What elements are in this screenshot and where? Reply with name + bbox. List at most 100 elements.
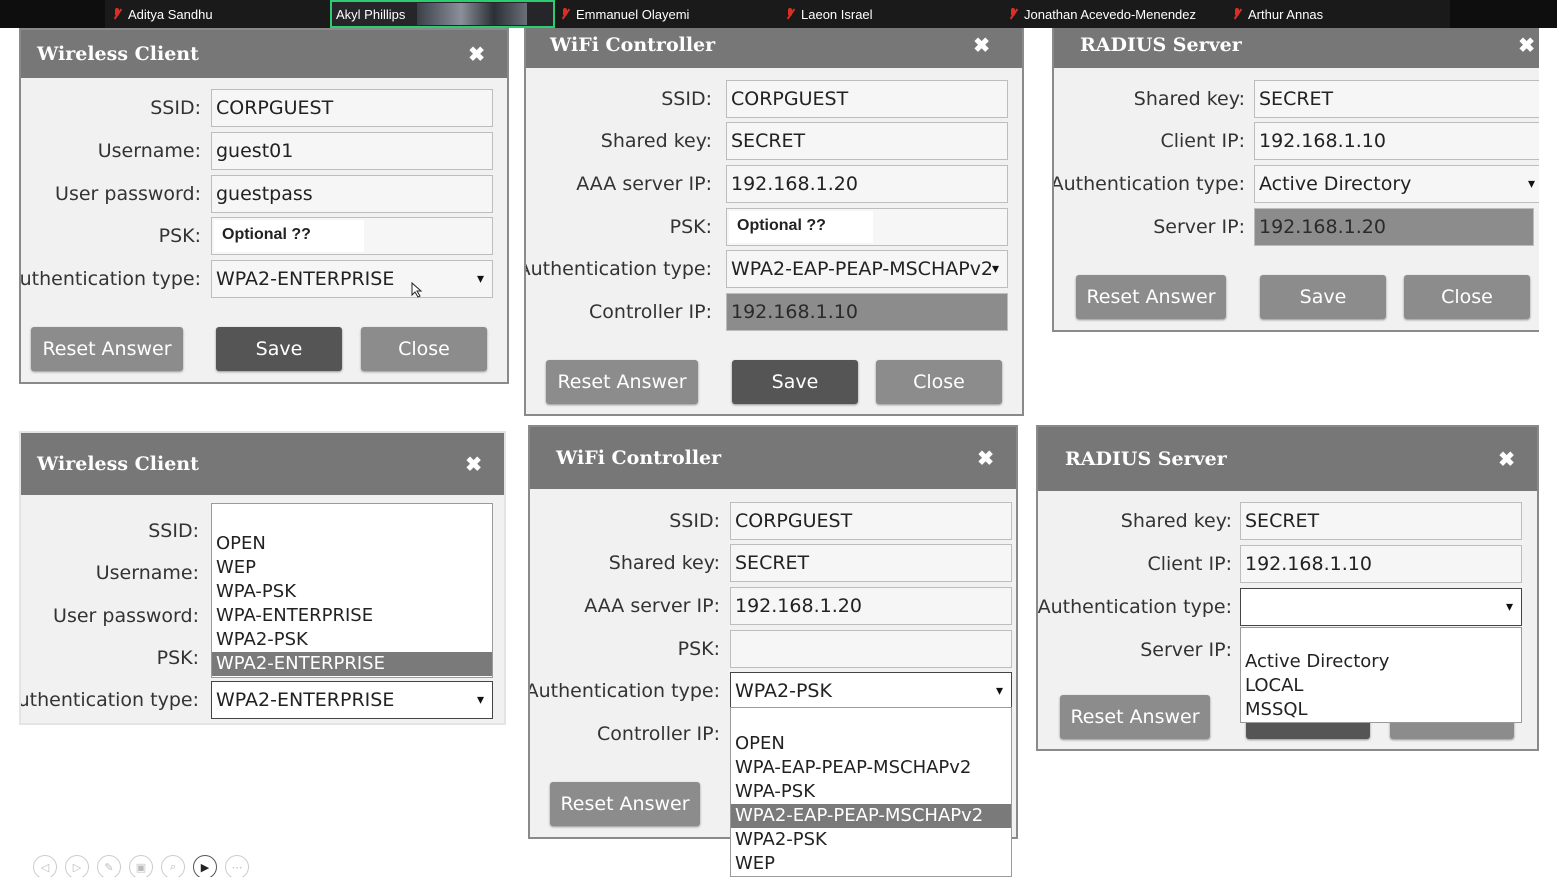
client-ip-field[interactable]: 192.168.1.10 bbox=[1240, 545, 1522, 583]
close-icon[interactable]: ✖ bbox=[465, 452, 482, 476]
auth-row: Authentication type: WPA2-PSK bbox=[530, 672, 1016, 712]
auth-select[interactable]: Active Directory bbox=[1254, 165, 1539, 203]
participant-tile[interactable]: Emmanuel Olayemi bbox=[560, 0, 689, 28]
auth-option[interactable]: WPA-ENTERPRISE bbox=[212, 604, 492, 628]
aaa-row: AAA server IP: 192.168.1.20 bbox=[526, 165, 1022, 205]
shared-slide: Wireless Client ✖ SSID: CORPGUEST Userna… bbox=[19, 28, 1539, 877]
participant-name: Akyl Phillips bbox=[336, 6, 406, 22]
auth-option[interactable]: WPA-PSK bbox=[212, 580, 492, 604]
shared-key-field[interactable]: SECRET bbox=[1254, 80, 1539, 118]
auth-row: Authentication type: WPA2-EAP-PEAP-MSCHA… bbox=[526, 250, 1022, 290]
username-label: Username: bbox=[97, 140, 201, 162]
reset-answer-button[interactable]: Reset Answer bbox=[550, 782, 700, 826]
close-icon[interactable]: ✖ bbox=[468, 42, 485, 66]
auth-row: Authentication type: WPA2-ENTERPRISE bbox=[21, 681, 504, 721]
psk-field[interactable] bbox=[730, 630, 1012, 668]
camera-icon[interactable]: ▶ bbox=[193, 855, 217, 877]
psk-label: PSK: bbox=[677, 638, 720, 660]
zoom-icon[interactable]: ⌕ bbox=[161, 855, 185, 877]
participant-name: Arthur Annas bbox=[1248, 6, 1324, 22]
psk-row: PSK: bbox=[530, 630, 1016, 670]
auth-option-highlighted[interactable]: WPA2-ENTERPRISE bbox=[212, 652, 492, 676]
participant-bar: Aditya Sandhu Akyl Phillips Emmanuel Ola… bbox=[0, 0, 1557, 28]
psk-field[interactable]: Optional ?? bbox=[726, 208, 1008, 246]
close-icon[interactable]: ✖ bbox=[977, 446, 994, 470]
participant-name: Aditya Sandhu bbox=[128, 6, 213, 22]
next-icon[interactable]: ▷ bbox=[65, 855, 89, 877]
psk-field[interactable]: Optional ?? bbox=[211, 217, 493, 255]
ssid-field[interactable]: CORPGUEST bbox=[726, 80, 1008, 118]
auth-label: Authentication type: bbox=[19, 689, 199, 711]
reset-answer-button[interactable]: Reset Answer bbox=[546, 360, 698, 404]
save-button[interactable]: Save bbox=[732, 360, 858, 404]
shared-key-field[interactable]: SECRET bbox=[730, 544, 1012, 582]
server-ip-label: Server IP: bbox=[1140, 639, 1232, 661]
auth-option[interactable]: WEP bbox=[212, 556, 492, 580]
auth-select[interactable] bbox=[1240, 588, 1522, 626]
dialog-header: Wireless Client ✖ bbox=[21, 30, 507, 78]
auth-option[interactable]: WPA2-PSK bbox=[731, 828, 1011, 852]
ssid-field[interactable]: CORPGUEST bbox=[211, 89, 493, 127]
save-button[interactable]: Save bbox=[1260, 275, 1386, 319]
ssid-field[interactable]: CORPGUEST bbox=[730, 502, 1012, 540]
participant-tile[interactable]: Aditya Sandhu bbox=[112, 0, 213, 28]
copy-icon[interactable]: ▣ bbox=[129, 855, 153, 877]
shared-key-row: Shared key: SECRET bbox=[1038, 502, 1537, 542]
close-icon[interactable]: ✖ bbox=[1518, 33, 1535, 57]
close-button[interactable]: Close bbox=[1404, 275, 1530, 319]
auth-option[interactable]: WPA2-PSK bbox=[212, 628, 492, 652]
server-ip-field[interactable]: 192.168.1.20 bbox=[1254, 208, 1534, 246]
auth-option[interactable]: WPA-PSK bbox=[731, 780, 1011, 804]
auth-option[interactable]: OPEN bbox=[731, 732, 1011, 756]
shared-key-label: Shared key: bbox=[600, 130, 712, 152]
auth-label: Authentication type: bbox=[528, 680, 720, 702]
auth-option[interactable]: WPA-EAP-PEAP-MSCHAPv2 bbox=[731, 756, 1011, 780]
auth-label: Authentication type: bbox=[524, 258, 712, 280]
password-field[interactable]: guestpass bbox=[211, 175, 493, 213]
shared-key-row: Shared key: SECRET bbox=[526, 122, 1022, 162]
aaa-server-label: AAA server IP: bbox=[584, 595, 720, 617]
aaa-server-field[interactable]: 192.168.1.20 bbox=[730, 587, 1012, 625]
participant-tile[interactable]: Jonathan Acevedo-Menendez bbox=[1008, 0, 1196, 28]
auth-select[interactable]: WPA2-ENTERPRISE bbox=[211, 260, 493, 298]
auth-row: Authentication type: bbox=[1038, 588, 1537, 628]
auth-option[interactable]: WEP bbox=[731, 852, 1011, 876]
participant-tile[interactable]: Laeon Israel bbox=[785, 0, 873, 28]
auth-option-highlighted[interactable]: WPA2-EAP-PEAP-MSCHAPv2 bbox=[731, 804, 1011, 828]
close-button[interactable]: Close bbox=[876, 360, 1002, 404]
reset-answer-button[interactable]: Reset Answer bbox=[31, 327, 183, 371]
auth-select[interactable]: WPA2-PSK bbox=[730, 672, 1012, 710]
auth-option[interactable]: OPEN bbox=[212, 532, 492, 556]
reset-answer-button[interactable]: Reset Answer bbox=[1060, 695, 1210, 739]
auth-option[interactable]: Active Directory bbox=[1241, 650, 1521, 674]
shared-key-field[interactable]: SECRET bbox=[1240, 502, 1522, 540]
shared-key-field[interactable]: SECRET bbox=[726, 122, 1008, 160]
controller-ip-field[interactable]: 192.168.1.10 bbox=[726, 293, 1008, 331]
muted-mic-icon bbox=[112, 7, 122, 21]
auth-option[interactable]: LOCAL bbox=[1241, 674, 1521, 698]
save-button[interactable]: Save bbox=[216, 327, 342, 371]
aaa-server-field[interactable]: 192.168.1.20 bbox=[726, 165, 1008, 203]
participant-tile-active[interactable]: Akyl Phillips bbox=[330, 0, 555, 28]
participant-name: Laeon Israel bbox=[801, 6, 873, 22]
close-button[interactable]: Close bbox=[361, 327, 487, 371]
auth-select[interactable]: WPA2-EAP-PEAP-MSCHAPv2 bbox=[726, 250, 1008, 288]
ssid-label: SSID: bbox=[148, 520, 199, 542]
prev-icon[interactable]: ◁ bbox=[33, 855, 57, 877]
username-field[interactable]: guest01 bbox=[211, 132, 493, 170]
ssid-label: SSID: bbox=[669, 510, 720, 532]
participant-tile[interactable]: Arthur Annas bbox=[1232, 0, 1323, 28]
close-icon[interactable]: ✖ bbox=[1498, 447, 1515, 471]
auth-option[interactable]: MSSQL bbox=[1241, 698, 1521, 722]
more-icon[interactable]: ⋯ bbox=[225, 855, 249, 877]
close-icon[interactable]: ✖ bbox=[973, 33, 990, 57]
psk-row: PSK: Optional ?? bbox=[21, 217, 507, 257]
client-ip-field[interactable]: 192.168.1.10 bbox=[1254, 122, 1539, 160]
pen-icon[interactable]: ✎ bbox=[97, 855, 121, 877]
shared-key-label: Shared key: bbox=[1133, 88, 1245, 110]
reset-answer-button[interactable]: Reset Answer bbox=[1076, 275, 1226, 319]
dialog-title: Wireless Client bbox=[37, 453, 199, 475]
auth-select[interactable]: WPA2-ENTERPRISE bbox=[211, 681, 493, 719]
dialog-title: WiFi Controller bbox=[556, 447, 722, 469]
server-ip-row: Server IP: 192.168.1.20 bbox=[1054, 208, 1539, 248]
